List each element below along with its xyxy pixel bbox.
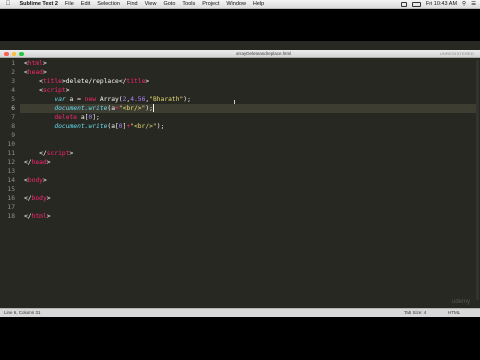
menu-selection[interactable]: Selection <box>94 0 124 9</box>
code-line: </script> <box>24 150 74 157</box>
syntax-selector[interactable]: HTML <box>448 309 460 317</box>
cursor-position: Line 6, Column 31 <box>4 310 41 315</box>
zoom-window-icon[interactable] <box>19 51 24 56</box>
line-number: 15 <box>7 186 15 193</box>
menu-file[interactable]: File <box>61 0 77 9</box>
mouse-cursor-icon <box>234 100 235 104</box>
line-number: 18 <box>7 213 15 220</box>
code-line: <head> <box>24 69 47 76</box>
line-number: 16 <box>7 195 15 202</box>
menu-view[interactable]: View <box>141 0 160 9</box>
unregistered-label: UNREGISTERED <box>439 51 474 56</box>
status-menu: Fri 10:43 AM ⚲ ☰ <box>400 0 476 9</box>
list-icon[interactable]: ☰ <box>471 0 476 9</box>
menu-help[interactable]: Help <box>249 0 267 9</box>
line-number: 9 <box>11 132 15 139</box>
menu-app-name[interactable]: Sublime Text 2 <box>16 0 61 9</box>
window-controls <box>4 51 24 56</box>
screen: arrayDeleteandreplace.html UNREGISTERED … <box>0 41 480 317</box>
code-line: </html> <box>24 213 51 220</box>
code-line: </body> <box>24 195 51 202</box>
line-number: 6 <box>11 105 15 112</box>
code-line: <script> <box>24 87 70 94</box>
line-number: 12 <box>7 159 15 166</box>
menu-window[interactable]: Window <box>223 0 250 9</box>
line-number-gutter: 1 2 3 4 5 6 7 8 9 10 11 12 13 14 15 16 1… <box>0 58 20 308</box>
line-number: 7 <box>11 114 15 121</box>
title-text: delete/replace <box>65 78 119 85</box>
text-caret <box>152 104 154 112</box>
code-line: <html> <box>24 60 47 67</box>
watermark-logo: udemy <box>451 299 470 305</box>
menu-find[interactable]: Find <box>123 0 141 9</box>
line-number: 13 <box>7 168 15 175</box>
menu-tools[interactable]: Tools <box>179 0 199 9</box>
line-number: 3 <box>11 78 15 85</box>
line-number: 5 <box>11 96 15 103</box>
code-line: document.write(a[0]+"<br/>"); <box>54 123 165 130</box>
minimize-window-icon[interactable] <box>11 51 16 56</box>
menu-project[interactable]: Project <box>199 0 223 9</box>
code-line: document.write(a+"<br/>"); <box>54 104 154 112</box>
line-number: 2 <box>11 69 15 76</box>
menu-goto[interactable]: Goto <box>160 0 179 9</box>
line-number: 8 <box>11 123 15 130</box>
line-number: 17 <box>7 204 15 211</box>
status-bar: Line 6, Column 31 Tab Size: 4 HTML <box>0 308 480 317</box>
window-titlebar: arrayDeleteandreplace.html UNREGISTERED <box>0 50 480 58</box>
file-tab[interactable]: arrayDeleteandreplace.html <box>236 51 291 57</box>
menu-bar:  Sublime Text 2 File Edit Selection Fin… <box>0 0 480 9</box>
line-number: 10 <box>7 141 15 148</box>
apple-icon[interactable]:  <box>5 0 11 9</box>
vertical-scrollbar[interactable] <box>476 60 479 300</box>
code-line: <body> <box>24 177 47 184</box>
code-editor[interactable]: 1 2 3 4 5 6 7 8 9 10 11 12 13 14 15 16 1… <box>0 58 480 308</box>
search-icon[interactable]: ⚲ <box>462 0 466 9</box>
code-line: </head> <box>24 159 51 166</box>
code-line: delete a[0]; <box>54 114 100 121</box>
line-number: 4 <box>11 87 15 94</box>
tab-size-selector[interactable]: Tab Size: 4 <box>404 309 426 317</box>
menu-edit[interactable]: Edit <box>77 0 93 9</box>
code-line: var a = new Array(2,4.56,"Bharath"); <box>54 96 191 103</box>
line-number: 1 <box>11 60 15 67</box>
wifi-icon[interactable] <box>400 2 407 7</box>
menu-items: Sublime Text 2 File Edit Selection Find … <box>16 0 268 9</box>
battery-icon[interactable] <box>411 2 421 7</box>
line-number: 14 <box>7 177 15 184</box>
line-number: 11 <box>7 150 15 157</box>
clock[interactable]: Fri 10:43 AM <box>426 0 457 9</box>
code-line: <title>delete/replace</title> <box>24 78 150 85</box>
close-window-icon[interactable] <box>4 51 9 56</box>
